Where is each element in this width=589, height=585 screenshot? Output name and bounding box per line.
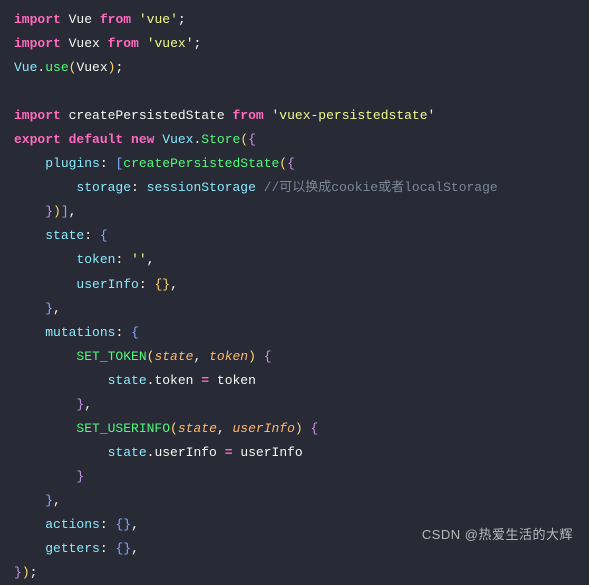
kw-from: from [232,108,263,123]
ident-vuex: Vuex [162,132,193,147]
code-block: import Vue from 'vue'; import Vuex from … [14,8,575,585]
comma: , [131,517,139,532]
colon: : [139,277,147,292]
comma: , [193,349,201,364]
kw-export: export [14,132,61,147]
param-state: state [154,349,193,364]
colon: : [131,180,139,195]
paren: ( [279,156,287,171]
comma: , [170,277,178,292]
ident-state: state [108,373,147,388]
paren: ) [53,204,61,219]
watermark: CSDN @热爱生活的大辉 [422,523,573,547]
fn-setuserinfo: SET_USERINFO [76,421,170,436]
rhs-userinfo: userInfo [240,445,302,460]
comma: , [69,204,77,219]
kw-from: from [108,36,139,51]
paren: ( [170,421,178,436]
prop-userinfo: userInfo [154,445,216,460]
colon: : [84,228,92,243]
paren: ( [240,132,248,147]
colon: : [115,325,123,340]
rhs-token: token [217,373,256,388]
fn-use: use [45,60,68,75]
str-empty: '' [131,252,147,267]
ident-vue: Vue [14,60,37,75]
fn-store: Store [201,132,240,147]
ident-vuex: Vuex [76,60,107,75]
colon: : [100,541,108,556]
brace: } [45,204,53,219]
fn-settoken: SET_TOKEN [76,349,146,364]
ident-vue: Vue [69,12,92,27]
key-actions: actions [45,517,100,532]
brace: { [248,132,256,147]
ident-state: state [108,445,147,460]
str-vuex: 'vuex' [147,36,194,51]
ident-cps: createPersistedState [69,108,225,123]
brace: } [45,301,53,316]
comma: , [53,493,61,508]
kw-default: default [69,132,124,147]
key-mutations: mutations [45,325,115,340]
key-userinfo: userInfo [76,277,138,292]
semi: ; [30,565,38,580]
bracket: ] [61,204,69,219]
comma: , [131,541,139,556]
comment: //可以换成cookie或者localStorage [264,180,498,195]
kw-import: import [14,12,61,27]
op-eq: = [225,445,233,460]
kw-new: new [131,132,154,147]
brace: { [264,349,272,364]
kw-from: from [100,12,131,27]
str-vpx: 'vuex-persistedstate' [272,108,436,123]
comma: , [84,397,92,412]
key-storage: storage [76,180,131,195]
brace: { [100,228,108,243]
param-userinfo: userInfo [233,421,295,436]
comma: , [53,301,61,316]
colon: : [100,156,108,171]
semi: ; [178,12,186,27]
brace: } [45,493,53,508]
key-state: state [45,228,84,243]
brace: } [76,469,84,484]
brace: } [123,517,131,532]
brace: { [311,421,319,436]
ident-vuex: Vuex [69,36,100,51]
paren: ) [248,349,256,364]
brace: { [287,156,295,171]
brace: } [14,565,22,580]
brace: { [131,325,139,340]
ident-sessionstorage: sessionStorage [147,180,256,195]
fn-cps: createPersistedState [123,156,279,171]
semi: ; [115,60,123,75]
paren: ) [295,421,303,436]
prop-token: token [154,373,193,388]
param-token: token [209,349,248,364]
brace: } [123,541,131,556]
str-vue: 'vue' [139,12,178,27]
key-plugins: plugins [45,156,100,171]
key-token: token [76,252,115,267]
colon: : [115,252,123,267]
op-eq: = [201,373,209,388]
brace: } [162,277,170,292]
colon: : [100,517,108,532]
kw-import: import [14,36,61,51]
paren: ) [22,565,30,580]
kw-import: import [14,108,61,123]
key-getters: getters [45,541,100,556]
param-state: state [178,421,217,436]
comma: , [217,421,225,436]
comma: , [147,252,155,267]
semi: ; [194,36,202,51]
